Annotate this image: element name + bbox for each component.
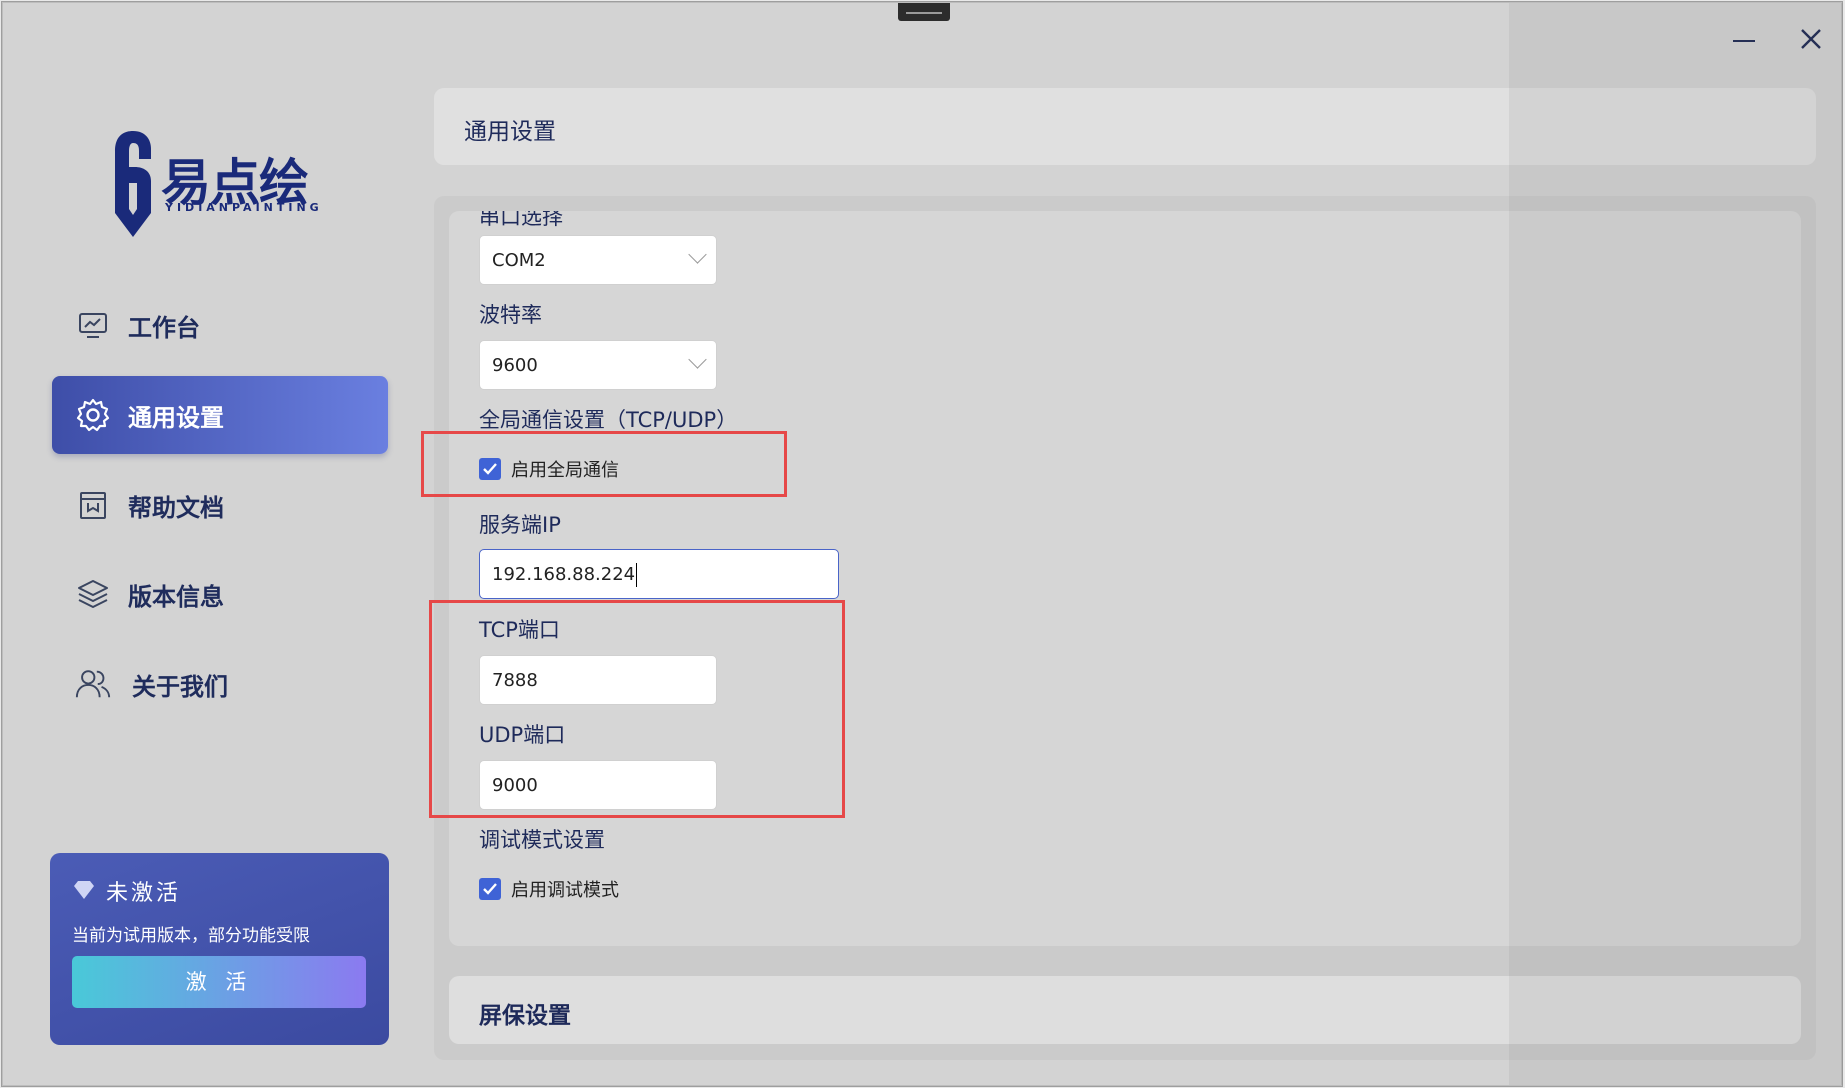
- sidebar-item-about-us[interactable]: 关于我们: [52, 645, 388, 723]
- serial-port-value: COM2: [492, 250, 546, 271]
- baud-rate-label: 波特率: [479, 303, 542, 327]
- sidebar-item-label: 版本信息: [128, 582, 224, 611]
- server-ip-input[interactable]: 192.168.88.224: [479, 549, 839, 599]
- gear-icon: [74, 396, 112, 434]
- serial-port-label: 串口选择: [479, 211, 563, 229]
- sidebar-item-version-info[interactable]: 版本信息: [52, 555, 388, 633]
- close-button[interactable]: [1793, 21, 1829, 57]
- highlight-box-ports: [429, 600, 845, 818]
- activation-card: 未激活 当前为试用版本，部分功能受限 激 活: [50, 853, 389, 1045]
- sidebar-item-general-settings[interactable]: 通用设置: [52, 376, 388, 454]
- baud-rate-value: 9600: [492, 355, 538, 376]
- pen-logo-icon: [115, 131, 151, 237]
- settings-window: 易点绘 YIDIANPAINTING 工作台 通用设置 帮助文档 版本信息 关于…: [2, 2, 1843, 1086]
- sidebar-item-label: 帮助文档: [128, 493, 224, 522]
- highlight-box-global-comm: [421, 431, 787, 497]
- drag-handle[interactable]: [898, 3, 950, 21]
- document-icon: [74, 486, 112, 524]
- sidebar-item-label: 通用设置: [128, 403, 224, 432]
- minimize-button[interactable]: [1725, 21, 1761, 57]
- checkbox-checked-icon: [479, 878, 501, 900]
- page-header: 通用设置: [434, 88, 1816, 165]
- global-comm-label: 全局通信设置（TCP/UDP）: [479, 408, 738, 432]
- debug-mode-checkbox[interactable]: 启用调试模式: [479, 876, 619, 902]
- activation-description: 当前为试用版本，部分功能受限: [72, 926, 310, 946]
- users-icon: [74, 665, 112, 703]
- app-logo: 易点绘 YIDIANPAINTING: [109, 127, 349, 243]
- screensaver-title: 屏保设置: [479, 1003, 571, 1029]
- text-caret: [636, 563, 638, 587]
- serial-port-select[interactable]: COM2: [479, 235, 717, 285]
- sidebar-item-label: 工作台: [128, 313, 200, 342]
- sidebar-item-help-docs[interactable]: 帮助文档: [52, 466, 388, 544]
- server-ip-value: 192.168.88.224: [492, 564, 636, 585]
- chevron-down-icon: [688, 350, 707, 369]
- settings-form[interactable]: 串口选择 COM2 波特率 9600 全局通信设置（TCP/UDP） 启用全局通…: [449, 211, 1801, 946]
- chevron-down-icon: [688, 245, 707, 264]
- page-title: 通用设置: [464, 119, 556, 145]
- activation-status: 未激活: [106, 881, 182, 906]
- server-ip-label: 服务端IP: [479, 513, 561, 537]
- logo-subtitle: YIDIANPAINTING: [165, 201, 323, 214]
- screensaver-section[interactable]: 屏保设置: [449, 976, 1801, 1044]
- activate-button[interactable]: 激 活: [72, 956, 366, 1008]
- checkbox-label: 启用调试模式: [511, 880, 619, 901]
- sidebar-item-label: 关于我们: [132, 672, 228, 701]
- monitor-icon: [74, 306, 112, 344]
- diamond-icon: [74, 881, 94, 899]
- sidebar-item-workbench[interactable]: 工作台: [52, 286, 388, 364]
- close-icon: [1801, 29, 1821, 49]
- layers-icon: [74, 575, 112, 613]
- baud-rate-select[interactable]: 9600: [479, 340, 717, 390]
- debug-mode-label: 调试模式设置: [479, 828, 605, 852]
